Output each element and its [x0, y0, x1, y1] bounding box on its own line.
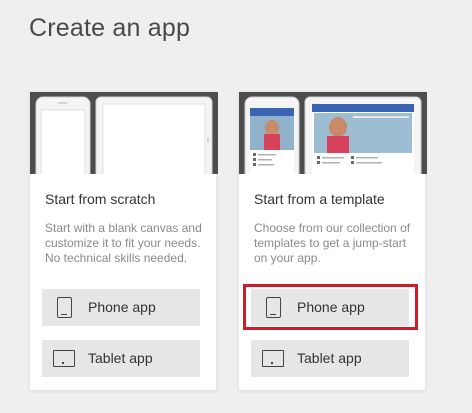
scratch-phone-app-button[interactable]: Phone app	[42, 289, 200, 326]
page-title: Create an app	[29, 14, 191, 42]
template-card-title: Start from a template	[254, 191, 385, 207]
phone-icon	[266, 297, 281, 318]
template-phone-app-button[interactable]: Phone app	[251, 289, 409, 326]
template-card-description: Choose from our collection of templates …	[254, 221, 411, 265]
phone-icon	[57, 297, 72, 318]
scratch-card-description: Start with a blank canvas and customize …	[45, 221, 202, 265]
template-tablet-app-label: Tablet app	[297, 350, 362, 366]
scratch-tablet-app-label: Tablet app	[88, 350, 153, 366]
scratch-card-title: Start from scratch	[45, 191, 156, 207]
tablet-icon	[53, 350, 75, 367]
template-phone-app-label: Phone app	[297, 299, 365, 315]
template-tablet-app-button[interactable]: Tablet app	[251, 340, 409, 377]
scratch-card: Start from scratch Start with a blank ca…	[29, 91, 218, 391]
tablet-icon	[262, 350, 284, 367]
scratch-preview-image	[30, 92, 218, 174]
scratch-tablet-app-button[interactable]: Tablet app	[42, 340, 200, 377]
scratch-phone-app-label: Phone app	[88, 299, 156, 315]
template-card: Start from a template Choose from our co…	[238, 91, 427, 391]
template-preview-image	[239, 92, 427, 174]
